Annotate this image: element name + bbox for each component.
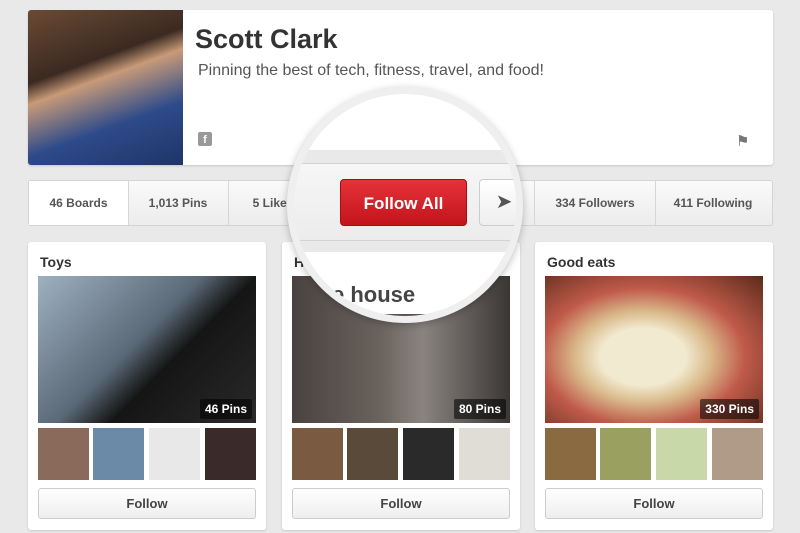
lens-header-area — [294, 94, 516, 150]
thumb[interactable] — [712, 428, 763, 480]
thumb[interactable] — [292, 428, 343, 480]
board-cover[interactable]: 330 Pins — [545, 276, 763, 423]
profile-photo[interactable] — [28, 10, 183, 165]
follow-all-button[interactable]: Follow All — [340, 179, 467, 226]
follow-board-button[interactable]: Follow — [38, 488, 256, 519]
thumb[interactable] — [93, 428, 144, 480]
profile-about: Pinning the best of tech, fitness, trave… — [198, 62, 544, 79]
facebook-icon[interactable]: f — [198, 132, 212, 146]
flag-icon[interactable]: ⚑ — [736, 132, 749, 150]
thumb[interactable] — [149, 428, 200, 480]
thumb[interactable] — [600, 428, 651, 480]
pin-count: 80 Pins — [453, 399, 506, 419]
thumb[interactable] — [545, 428, 596, 480]
pin-count: 46 Pins — [199, 399, 252, 419]
follow-board-button[interactable]: Follow — [545, 488, 763, 519]
follow-board-button[interactable]: Follow — [292, 488, 510, 519]
thumb[interactable] — [656, 428, 707, 480]
thumb[interactable] — [205, 428, 256, 480]
lens-board-title: e house — [332, 282, 416, 307]
board-title: Good eats — [547, 254, 616, 270]
board-card: Toys 46 Pins Follow — [28, 242, 266, 530]
board-title: Toys — [40, 254, 72, 270]
tab-followers[interactable]: 334 Followers — [534, 181, 656, 225]
paper-plane-icon[interactable]: ➤ — [479, 179, 516, 226]
board-card: Good eats 330 Pins Follow — [535, 242, 773, 530]
thumb[interactable] — [403, 428, 454, 480]
board-cover[interactable]: 46 Pins — [38, 276, 256, 423]
tab-boards[interactable]: 46 Boards — [29, 181, 129, 225]
tab-pins[interactable]: 1,013 Pins — [128, 181, 229, 225]
tab-following[interactable]: 411 Following — [654, 181, 772, 225]
thumb[interactable] — [347, 428, 398, 480]
thumb[interactable] — [459, 428, 510, 480]
pin-count: 330 Pins — [700, 399, 759, 419]
magnifier-lens: Follow All ➤ e house — [287, 87, 523, 323]
lens-board-card: e house — [294, 252, 514, 316]
thumb[interactable] — [38, 428, 89, 480]
profile-name: Scott Clark — [195, 24, 338, 54]
